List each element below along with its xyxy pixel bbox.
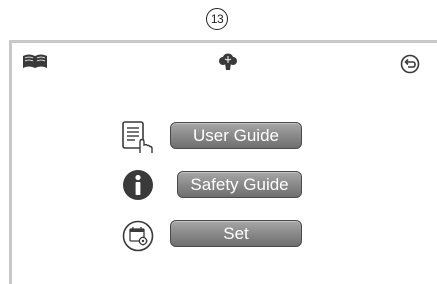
safety-guide-button-label: Safety Guide bbox=[190, 174, 289, 194]
document-hand-icon bbox=[121, 120, 155, 154]
book-icon[interactable] bbox=[22, 52, 48, 70]
user-guide-button[interactable]: User Guide bbox=[170, 122, 302, 149]
info-icon bbox=[122, 169, 154, 201]
brain-icon[interactable] bbox=[218, 52, 238, 72]
manual-figure: 13 User Guide Safety Guide Set bbox=[0, 0, 437, 284]
safety-guide-button[interactable]: Safety Guide bbox=[177, 171, 302, 198]
callout-number-text: 13 bbox=[210, 12, 224, 26]
device-screen: User Guide Safety Guide Set bbox=[9, 40, 437, 284]
back-icon[interactable] bbox=[400, 54, 420, 74]
set-button-label: Set bbox=[223, 223, 249, 243]
user-guide-button-label: User Guide bbox=[193, 125, 279, 145]
figure-callout-number: 13 bbox=[206, 8, 228, 30]
set-button[interactable]: Set bbox=[170, 220, 302, 247]
calendar-settings-icon bbox=[122, 220, 154, 252]
